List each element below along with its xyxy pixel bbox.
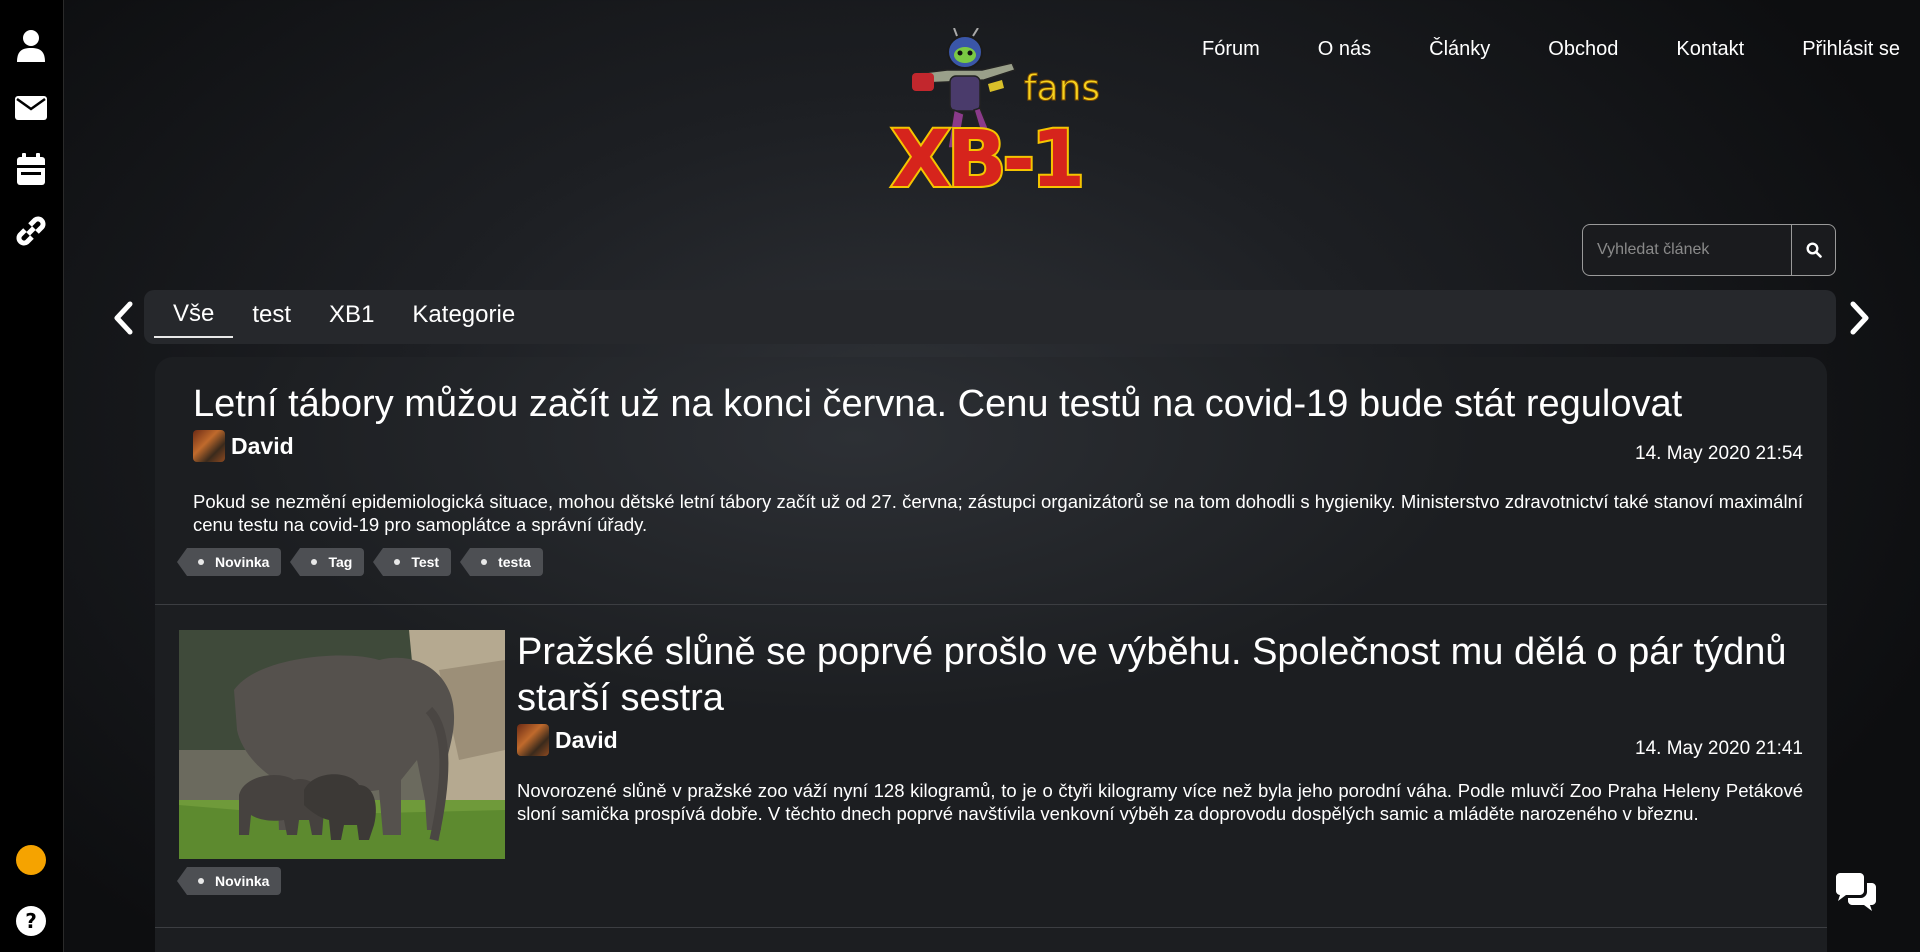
tag-list: Novinka xyxy=(176,867,282,895)
tab-xb1[interactable]: XB1 xyxy=(310,297,393,337)
nav-articles[interactable]: Články xyxy=(1400,38,1519,61)
chevron-right-icon xyxy=(1850,301,1869,335)
article-card: Pražské slůně se poprvé prošlo ve výběhu… xyxy=(155,605,1827,928)
tag[interactable]: testa xyxy=(460,548,543,576)
avatar xyxy=(193,430,225,462)
chat-icon[interactable] xyxy=(1834,873,1878,913)
tab-all[interactable]: Vše xyxy=(154,296,234,338)
tab-test[interactable]: test xyxy=(233,297,310,337)
article-excerpt: Novorozené slůně v pražské zoo váží nyní… xyxy=(517,780,1803,824)
svg-text:?: ? xyxy=(25,909,37,933)
search-input[interactable] xyxy=(1583,225,1791,275)
nav-forum[interactable]: Fórum xyxy=(1173,38,1289,61)
logo-xb1-text: XB-1 xyxy=(891,115,1081,198)
next-category-button[interactable] xyxy=(1845,298,1875,338)
tag-list: Novinka Tag Test testa xyxy=(176,548,543,576)
link-icon[interactable] xyxy=(14,214,48,248)
logo-fans-text: fans xyxy=(1024,68,1100,109)
category-bar: Vše test XB1 Kategorie xyxy=(144,290,1836,344)
tab-categories[interactable]: Kategorie xyxy=(393,297,534,337)
prev-category-button[interactable] xyxy=(108,298,138,338)
search-button[interactable] xyxy=(1791,225,1835,275)
search-icon xyxy=(1805,242,1822,258)
tag[interactable]: Novinka xyxy=(176,867,282,895)
article-author[interactable]: David xyxy=(193,430,294,462)
tag[interactable]: Tag xyxy=(290,548,365,576)
site-logo[interactable]: fans XB-1 xyxy=(862,27,1112,207)
nav-shop[interactable]: Obchod xyxy=(1519,38,1647,61)
top-nav: Fórum O nás Články Obchod Kontakt Přihlá… xyxy=(1173,38,1900,61)
nav-contact[interactable]: Kontakt xyxy=(1647,38,1773,61)
article-author[interactable]: David xyxy=(517,724,618,756)
article-title[interactable]: Pražské slůně se poprvé prošlo ve výběhu… xyxy=(517,629,1807,721)
avatar xyxy=(517,724,549,756)
article-card: Letní tábory můžou začít už na konci čer… xyxy=(155,357,1827,605)
article-date: 14. May 2020 21:54 xyxy=(1635,443,1803,464)
chevron-left-icon xyxy=(114,301,133,335)
article-excerpt: Pokud se nezmění epidemiologická situace… xyxy=(193,491,1803,535)
article-title[interactable]: Letní tábory můžou začít už na konci čer… xyxy=(193,381,1813,427)
sidebar: ? xyxy=(0,0,64,952)
envelope-icon[interactable] xyxy=(14,91,48,125)
article-thumbnail[interactable] xyxy=(179,630,505,859)
tag[interactable]: Novinka xyxy=(176,548,282,576)
calendar-icon[interactable] xyxy=(14,152,48,186)
nav-about[interactable]: O nás xyxy=(1289,38,1400,61)
nav-login[interactable]: Přihlásit se xyxy=(1773,38,1900,61)
article-date: 14. May 2020 21:41 xyxy=(1635,738,1803,759)
author-name: David xyxy=(231,432,294,459)
status-dot[interactable] xyxy=(16,845,46,875)
help-icon[interactable]: ? xyxy=(14,904,48,938)
author-name: David xyxy=(555,726,618,753)
article-list: Letní tábory můžou začít už na konci čer… xyxy=(155,357,1827,952)
user-icon[interactable] xyxy=(14,29,48,63)
tag[interactable]: Test xyxy=(373,548,452,576)
search-box xyxy=(1582,224,1836,276)
